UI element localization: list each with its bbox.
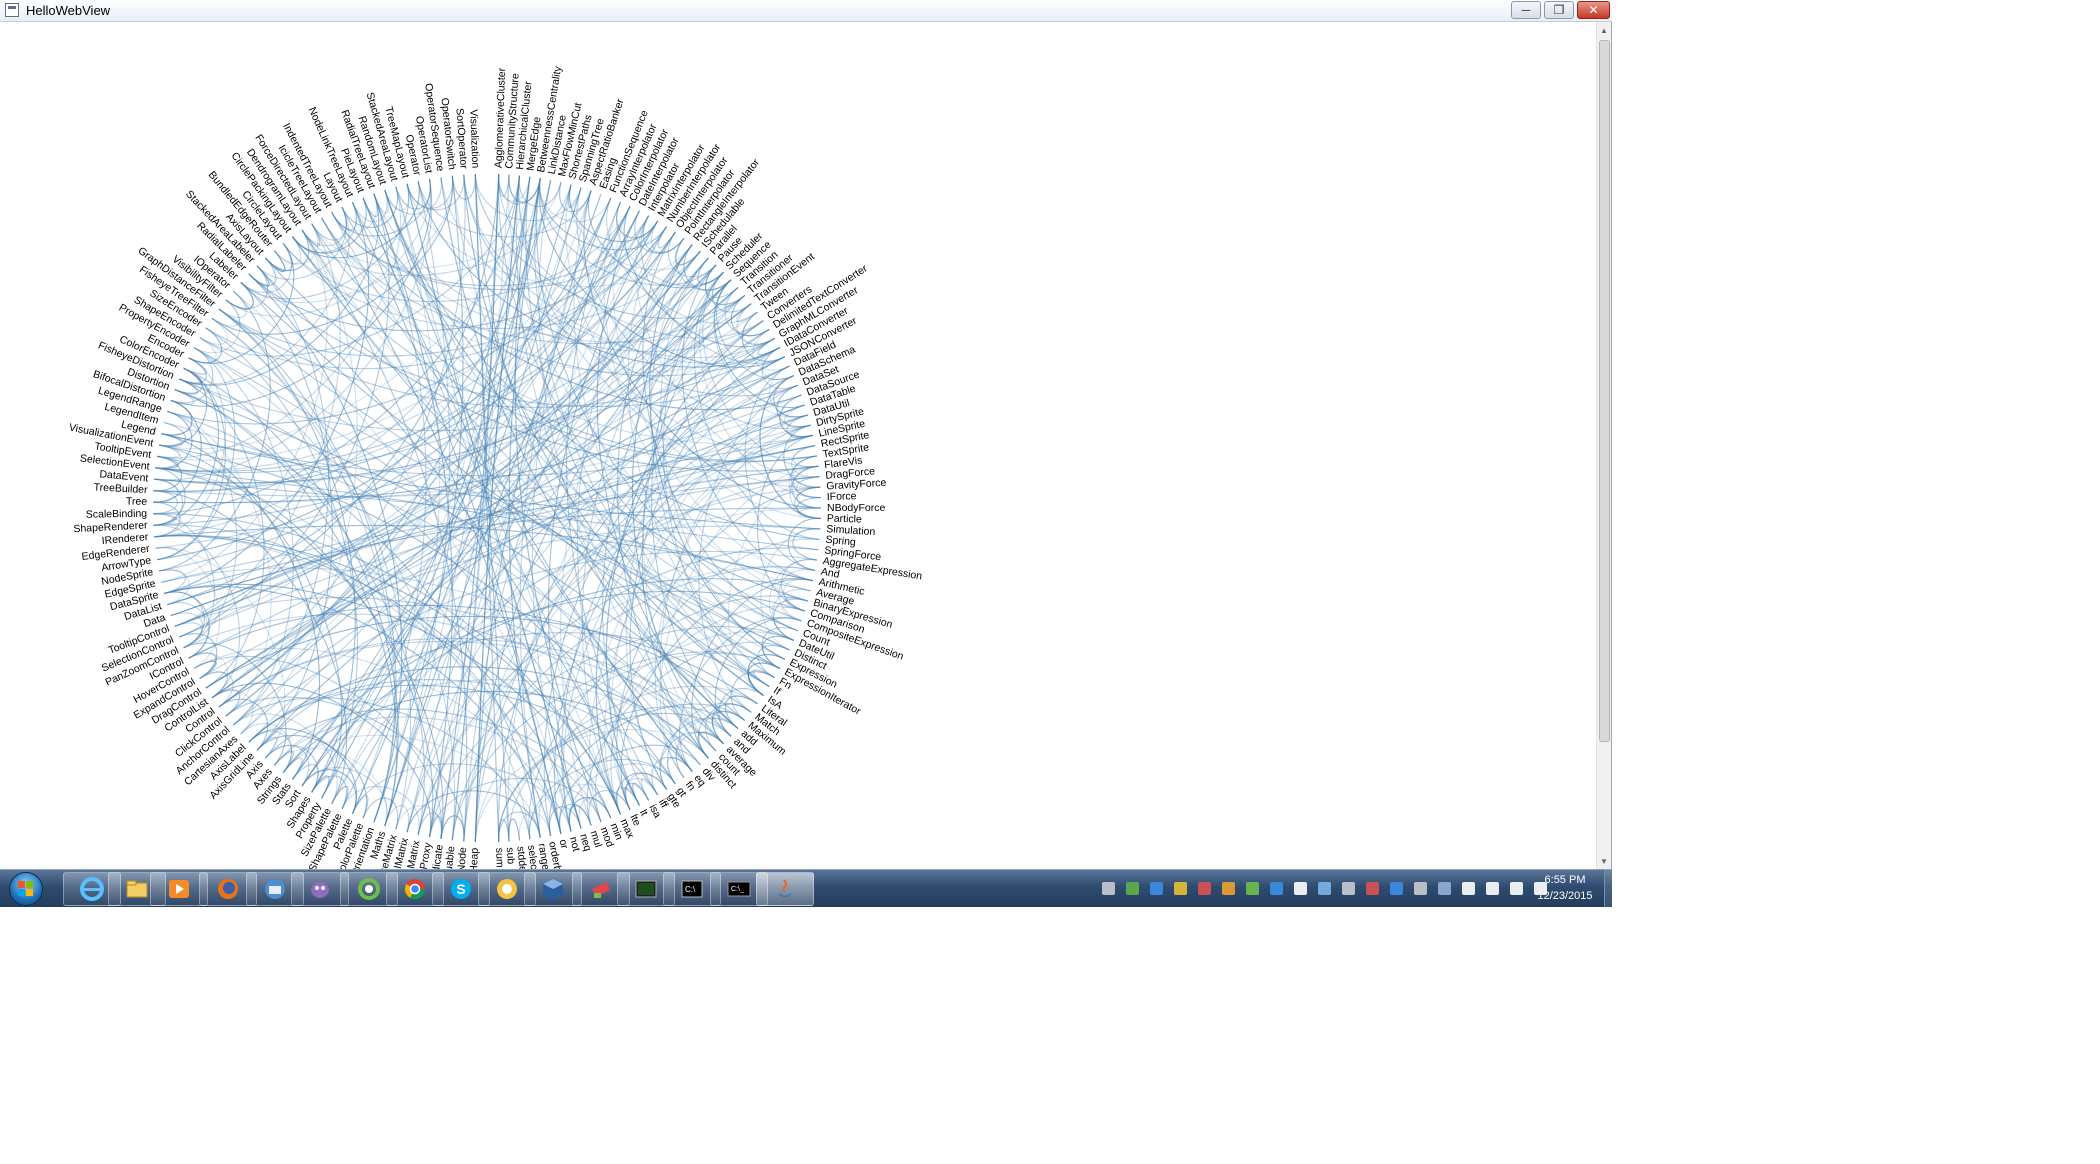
svg-text:C:\_: C:\_	[731, 886, 744, 893]
svg-text:S: S	[456, 881, 465, 897]
dependency-edge	[508, 818, 521, 842]
tray-globe-icon[interactable]	[1270, 882, 1283, 895]
web-view: AgglomerativeCluster CommunityStructure Hi…	[0, 22, 1596, 869]
dependency-edge	[331, 202, 358, 231]
vertical-scrollbar[interactable]: ▲ ▼	[1596, 22, 1611, 869]
window-title: HelloWebView	[26, 3, 111, 18]
minimize-button[interactable]: ─	[1511, 1, 1541, 19]
dependency-edge	[508, 174, 541, 203]
clock-time[interactable]: 6:55 PM	[1525, 874, 1605, 886]
maximize-button[interactable]: ❐	[1544, 1, 1574, 19]
tray-storage-icon[interactable]	[1414, 882, 1427, 895]
node-label-heap[interactable]: Heap	[468, 847, 481, 869]
tray-mail-icon[interactable]	[1174, 882, 1187, 895]
tray-weather-icon[interactable]	[1318, 882, 1331, 895]
chrome-icon	[401, 875, 429, 903]
tray-monitor-icon[interactable]	[1150, 882, 1163, 895]
scroll-down-arrow-icon[interactable]: ▼	[1597, 853, 1611, 869]
java-icon	[771, 875, 799, 903]
svg-text:C:\: C:\	[685, 885, 696, 894]
terminal-app-icon	[632, 875, 660, 903]
tray-calendar-icon[interactable]	[1198, 882, 1211, 895]
node-label-treebuilder[interactable]: TreeBuilder	[93, 481, 148, 496]
pidgin-icon	[306, 875, 334, 903]
tray-flag-icon[interactable]	[1462, 882, 1475, 895]
tray-shield-icon[interactable]	[1126, 882, 1139, 895]
media-player-icon	[165, 875, 193, 903]
windows-logo-icon	[9, 872, 43, 906]
dependency-edge	[562, 414, 808, 832]
virtualbox-icon	[539, 875, 567, 903]
console-icon: C:\_	[725, 875, 753, 903]
tray-language-icon[interactable]	[1438, 882, 1451, 895]
internet-explorer-icon	[78, 875, 106, 903]
dependency-edge	[178, 357, 207, 384]
hierarchical-edge-bundling-graph: AgglomerativeClusterCommunityStructureHi…	[68, 65, 923, 869]
tray-vpn-icon[interactable]	[1342, 882, 1355, 895]
dependency-edge	[153, 455, 183, 492]
tray-display-icon[interactable]	[1390, 882, 1403, 895]
scroll-thumb[interactable]	[1599, 40, 1610, 742]
taskbar: S C:\ C:\_ 6:55 PM 12/23/2015	[0, 869, 1613, 907]
tray-battery-icon[interactable]	[1486, 882, 1499, 895]
dependency-edge	[791, 445, 820, 478]
title-bar[interactable]: HelloWebView ─ ❐ ✕	[0, 0, 1612, 22]
tray-signal-icon[interactable]	[1510, 882, 1523, 895]
tray-sync-icon[interactable]	[1222, 882, 1235, 895]
close-button[interactable]: ✕	[1577, 1, 1610, 19]
clock-date[interactable]: 12/23/2015	[1525, 890, 1605, 902]
node-label-sum[interactable]: sum	[493, 848, 506, 868]
node-label-scalebinding[interactable]: ScaleBinding	[86, 508, 148, 521]
taskbar-button-java[interactable]	[756, 872, 814, 906]
tray-chat-icon[interactable]	[1246, 882, 1259, 895]
thunderbird-icon	[261, 875, 289, 903]
skype-icon: S	[447, 875, 475, 903]
app-icon	[5, 3, 19, 17]
cmd-prompt-icon: C:\	[678, 875, 706, 903]
edge-layer	[152, 174, 822, 842]
sticky-app-icon	[493, 875, 521, 903]
start-button[interactable]	[6, 872, 46, 906]
firefox-icon	[214, 875, 242, 903]
tray-bluetooth-icon[interactable]	[1294, 882, 1307, 895]
cycle-app-icon	[355, 875, 383, 903]
dependency-edge	[632, 782, 650, 806]
dependency-edge	[508, 174, 541, 203]
node-label-tree[interactable]: Tree	[126, 496, 148, 508]
eraser-app-icon	[587, 875, 615, 903]
scroll-up-arrow-icon[interactable]: ▲	[1597, 22, 1611, 38]
show-desktop-button[interactable]	[1604, 870, 1613, 907]
file-explorer-icon	[123, 875, 151, 903]
tray-antivirus-icon[interactable]	[1366, 882, 1379, 895]
node-label-node[interactable]: Node	[455, 847, 469, 869]
tray-network-icon[interactable]	[1102, 882, 1115, 895]
app-window: HelloWebView ─ ❐ ✕ AgglomerativeCluster C…	[0, 0, 1613, 907]
